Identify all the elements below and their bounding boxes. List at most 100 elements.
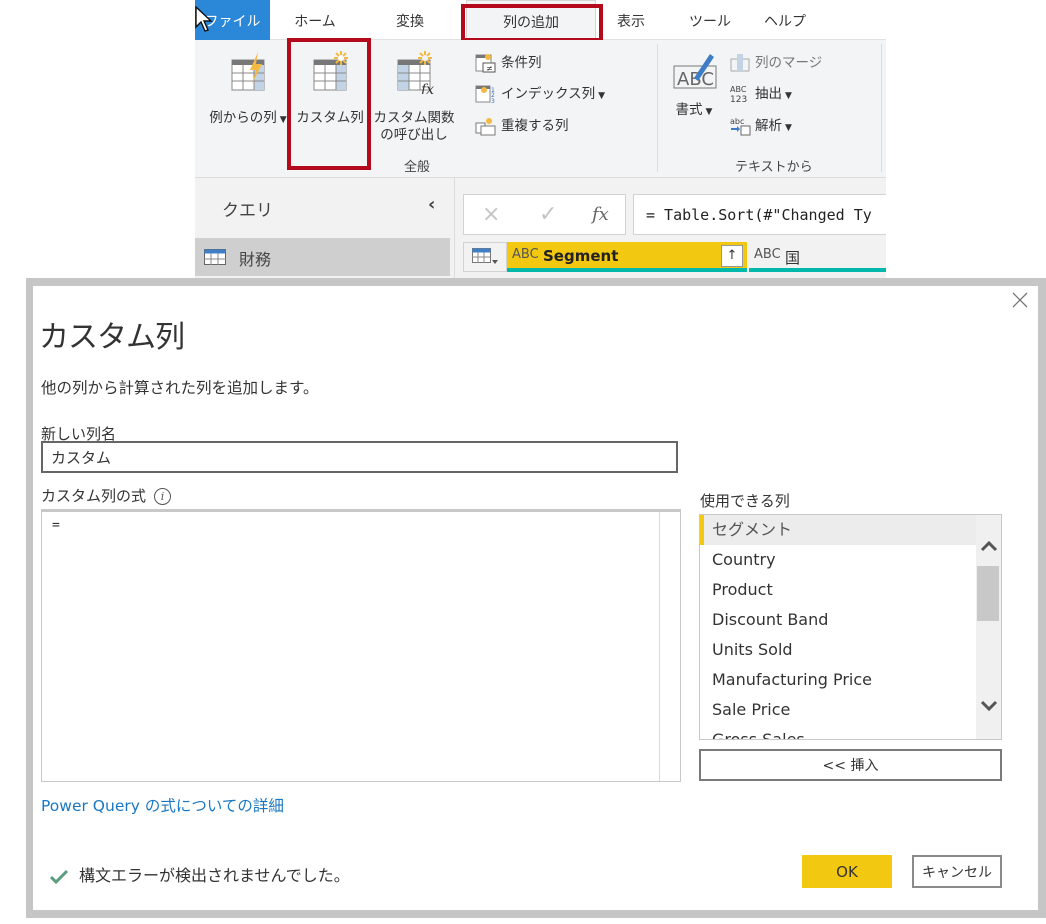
tab-help[interactable]: ヘルプ	[760, 0, 810, 40]
abc-123-icon: ABC123	[730, 85, 747, 104]
custom-column-button[interactable]: カスタム列	[293, 50, 367, 127]
ribbon: 例からの列 ▼ カスタム列 fx カスタム関数 の呼び出し ≠ 条件列 1 2 …	[195, 38, 886, 178]
duplicate-column-icon	[475, 118, 496, 136]
list-item[interactable]: Manufacturing Price	[700, 665, 976, 695]
info-icon[interactable]: i	[154, 488, 172, 505]
column-header-country[interactable]: ABC 国	[749, 242, 886, 272]
svg-text:fx: fx	[420, 82, 434, 94]
formula-bar-input[interactable]: = Table.Sort(#"Changed Ty	[633, 194, 886, 235]
table-lightning-icon	[231, 52, 265, 91]
merge-columns-label: 列のマージ	[755, 55, 823, 71]
index-column-button[interactable]: 123 インデックス列 ▼	[475, 83, 605, 105]
index-column-label: インデックス列	[501, 86, 596, 102]
dropdown-arrow-icon: ▼	[705, 107, 713, 117]
format-button[interactable]: ABC 書式 ▼	[665, 50, 723, 121]
merge-columns-button[interactable]: 列のマージ	[729, 52, 822, 74]
fx-icon[interactable]: fx	[592, 204, 609, 225]
dropdown-arrow-icon: ▼	[598, 91, 606, 101]
invoke-custom-function-label-1: カスタム関数	[373, 110, 455, 126]
queries-pane: クエリ ‹ 財務	[195, 178, 455, 280]
custom-column-label: カスタム列	[296, 110, 364, 126]
parse-label: 解析	[755, 118, 782, 134]
conditional-column-button[interactable]: ≠ 条件列	[475, 52, 542, 74]
new-column-name-input[interactable]	[41, 441, 678, 473]
column-name: 国	[785, 249, 801, 267]
power-query-editor-background: ファイル ホーム 変換 列の追加 表示 ツール ヘルプ 例からの列 ▼ カスタム…	[195, 0, 886, 280]
index-column-icon: 123	[475, 85, 495, 104]
table-sparkle-icon	[313, 51, 348, 91]
ribbon-tab-bar: ファイル ホーム 変換 列の追加 表示 ツール ヘルプ	[195, 0, 886, 40]
list-scrollbar[interactable]	[976, 515, 1001, 739]
tab-transform[interactable]: 変換	[385, 0, 435, 40]
extract-button[interactable]: ABC 123 抽出 ▼	[729, 83, 792, 105]
duplicate-column-label: 重複する列	[501, 118, 569, 134]
tab-home[interactable]: ホーム	[280, 0, 350, 40]
ok-button[interactable]: OK	[802, 855, 892, 888]
dropdown-arrow-icon: ▼	[785, 91, 792, 101]
tab-add-column[interactable]: 列の追加	[466, 0, 596, 40]
list-item[interactable]: Sale Price	[700, 695, 976, 725]
from-text-group-label: テキストから	[735, 160, 813, 175]
format-abc-pencil-icon: ABC	[673, 54, 717, 90]
format-label: 書式	[675, 102, 703, 118]
grid-header: ABC Segment ↑ ABC 国	[463, 242, 886, 272]
learn-more-link[interactable]: Power Query の式についての詳細	[41, 794, 284, 816]
query-item[interactable]: 財務	[195, 238, 450, 276]
formula-editor: =	[41, 509, 681, 782]
svg-text:≠: ≠	[486, 64, 493, 73]
list-item[interactable]: Units Sold	[700, 635, 976, 665]
parse-button[interactable]: abc 解析 ▼	[729, 115, 792, 137]
chevron-up-icon[interactable]	[980, 539, 998, 553]
formula-scrollbar[interactable]	[659, 512, 680, 781]
svg-text:ABC: ABC	[730, 85, 747, 94]
custom-column-dialog: カスタム列 他の列から計算された列を追加します。 新しい列名 カスタム列の式i …	[26, 278, 1046, 918]
extract-label: 抽出	[755, 86, 782, 102]
confirm-formula-icon[interactable]: ✓	[539, 202, 557, 227]
status-message: 構文エラーが検出されませんでした。	[79, 866, 350, 885]
editor-lower-area: クエリ ‹ 財務 × ✓ fx = Table.Sort(#"Changed T…	[195, 178, 886, 280]
insert-button[interactable]: << 挿入	[699, 749, 1002, 781]
table-menu-icon	[472, 248, 498, 264]
tab-view[interactable]: 表示	[611, 0, 651, 40]
svg-text:123: 123	[730, 95, 747, 104]
available-columns-label: 使用できる列	[700, 492, 790, 510]
column-from-examples-button[interactable]: 例からの列 ▼	[205, 50, 291, 129]
table-function-icon: fx	[397, 51, 434, 94]
query-item-label: 財務	[239, 250, 272, 269]
formula-bar-buttons: × ✓ fx	[463, 194, 626, 235]
chevron-down-icon[interactable]	[980, 699, 998, 713]
formula-textarea[interactable]: =	[42, 512, 659, 781]
tab-tools[interactable]: ツール	[685, 0, 735, 40]
table-menu-button[interactable]	[463, 242, 507, 272]
list-item[interactable]: セグメント	[700, 515, 976, 545]
formula-label: カスタム列の式	[41, 487, 147, 505]
collapse-pane-icon[interactable]: ‹	[428, 194, 435, 215]
duplicate-column-button[interactable]: 重複する列	[475, 115, 569, 137]
sort-ascending-icon[interactable]: ↑	[721, 245, 743, 267]
dropdown-arrow-icon: ▼	[279, 115, 287, 125]
conditional-column-label: 条件列	[501, 55, 542, 71]
cancel-button[interactable]: キャンセル	[912, 855, 1002, 888]
dropdown-arrow-icon: ▼	[785, 123, 792, 133]
dialog-title: カスタム列	[39, 320, 185, 355]
merge-columns-icon	[730, 54, 750, 72]
column-from-examples-label: 例からの列	[209, 110, 277, 126]
list-item[interactable]: Country	[700, 545, 976, 575]
scrollbar-thumb[interactable]	[977, 566, 999, 621]
list-item[interactable]: Discount Band	[700, 605, 976, 635]
cancel-formula-icon[interactable]: ×	[482, 202, 500, 227]
mouse-cursor-icon	[195, 6, 213, 32]
invoke-custom-function-button[interactable]: fx カスタム関数 の呼び出し	[371, 50, 457, 144]
list-item[interactable]: Gross Sales	[700, 725, 976, 739]
queries-pane-title: クエリ	[222, 201, 273, 221]
list-item[interactable]: Product	[700, 575, 976, 605]
table-icon	[204, 249, 226, 265]
general-group-label: 全般	[404, 160, 431, 175]
svg-text:3: 3	[491, 98, 495, 104]
dialog-description: 他の列から計算された列を追加します。	[41, 379, 319, 397]
text-type-icon: ABC	[754, 247, 781, 262]
column-header-segment[interactable]: ABC Segment ↑	[507, 242, 747, 272]
svg-text:abc: abc	[730, 117, 744, 126]
close-icon[interactable]	[1010, 290, 1030, 310]
syntax-status: 構文エラーが検出されませんでした。	[49, 862, 350, 886]
